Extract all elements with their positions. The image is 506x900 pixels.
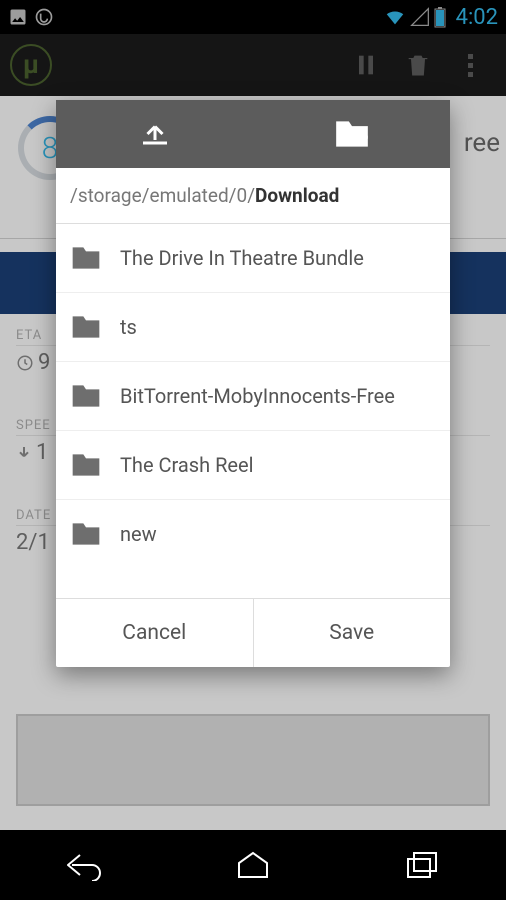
back-button[interactable]: [50, 840, 118, 890]
home-icon: [235, 849, 271, 881]
path-base: /storage/emulated/0/: [70, 184, 255, 207]
save-button[interactable]: Save: [253, 599, 451, 667]
navbar: [0, 830, 506, 900]
current-path: /storage/emulated/0/Download: [56, 168, 450, 224]
home-button[interactable]: [219, 840, 287, 890]
folder-up-icon: [137, 116, 173, 152]
folder-icon: [70, 449, 102, 481]
folder-name: BitTorrent-MobyInnocents-Free: [120, 384, 395, 408]
recents-button[interactable]: [388, 840, 456, 890]
new-folder-button[interactable]: [253, 100, 450, 168]
folder-icon: [70, 311, 102, 343]
folder-name: The Drive In Theatre Bundle: [120, 246, 364, 270]
cancel-button[interactable]: Cancel: [56, 599, 253, 667]
back-icon: [64, 849, 104, 881]
folder-icon: [70, 380, 102, 412]
folder-name: The Crash Reel: [120, 453, 254, 477]
folder-picker-dialog: /storage/emulated/0/Download The Drive I…: [56, 100, 450, 667]
folder-icon: [70, 242, 102, 274]
folder-icon: [70, 518, 102, 550]
folder-item[interactable]: ts: [56, 293, 450, 362]
folder-name: new: [120, 522, 157, 546]
folder-item[interactable]: The Crash Reel: [56, 431, 450, 500]
new-folder-icon: [333, 115, 371, 153]
folder-item[interactable]: BitTorrent-MobyInnocents-Free: [56, 362, 450, 431]
folder-item[interactable]: The Drive In Theatre Bundle: [56, 224, 450, 293]
recents-icon: [404, 849, 440, 881]
up-folder-button[interactable]: [56, 100, 253, 168]
path-current: Download: [255, 184, 339, 207]
folder-item[interactable]: new: [56, 500, 450, 568]
folder-name: ts: [120, 315, 137, 339]
